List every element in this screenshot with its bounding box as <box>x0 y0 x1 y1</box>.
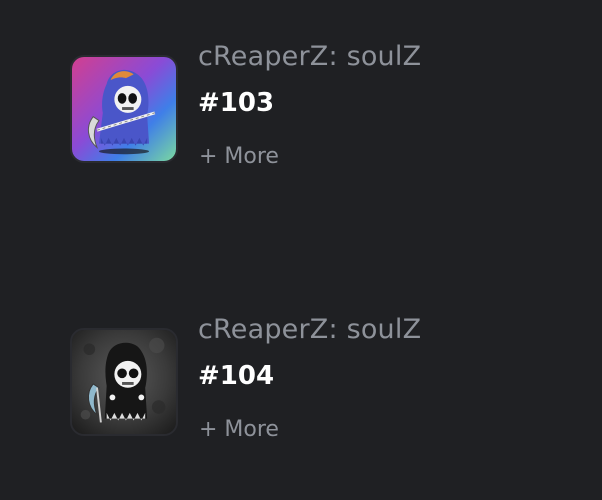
more-button[interactable]: + More <box>199 417 279 442</box>
more-button[interactable]: + More <box>199 144 279 169</box>
nft-item[interactable]: cReaperZ: soulZ #104 + More <box>70 314 570 442</box>
collection-name[interactable]: cReaperZ: soulZ <box>198 314 421 345</box>
reaper-grunge-avatar-icon[interactable] <box>70 328 178 436</box>
nft-list: cReaperZ: soulZ #103 + More cReaperZ: so… <box>0 0 602 500</box>
collection-name[interactable]: cReaperZ: soulZ <box>198 41 421 72</box>
token-id[interactable]: #104 <box>198 361 274 391</box>
nft-item[interactable]: cReaperZ: soulZ #103 + More <box>70 41 570 169</box>
reaper-gradient-avatar-icon[interactable] <box>70 55 178 163</box>
token-id[interactable]: #103 <box>198 88 274 118</box>
